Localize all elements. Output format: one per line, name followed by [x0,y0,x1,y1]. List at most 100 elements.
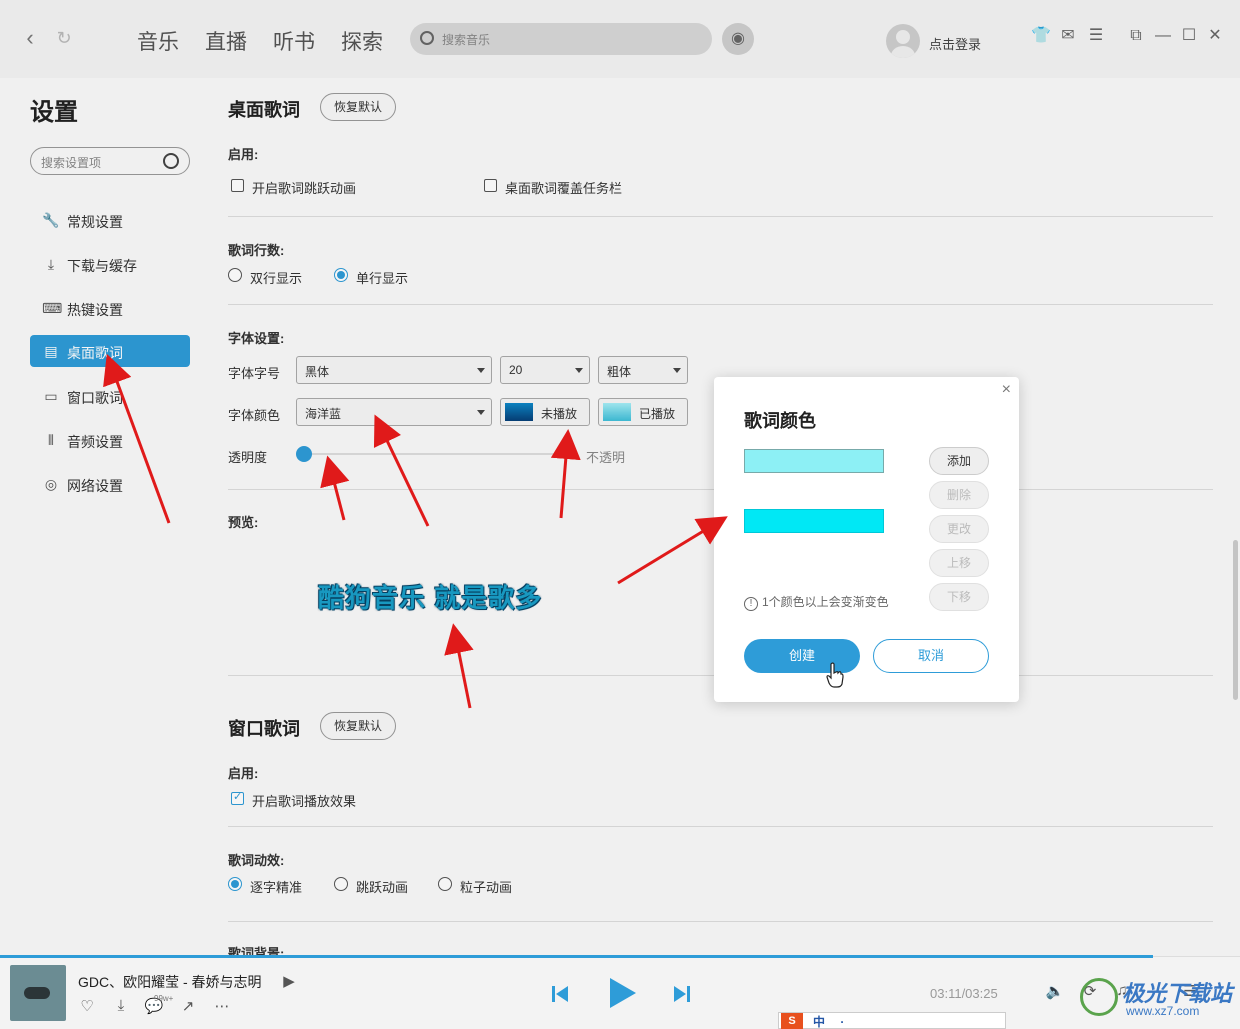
opacity-label: 透明度 [228,450,268,465]
avatar[interactable] [886,24,920,58]
tab-live[interactable]: 直播 [205,26,247,56]
play-effect-checkbox[interactable] [231,790,244,805]
sidebar-item-label: 窗口歌词 [67,390,123,406]
watermark-url: www.xz7.com [1126,1004,1200,1018]
font-family-value: 黑体 [305,365,330,379]
ime-logo-icon: S [781,1013,803,1029]
lyrics-icon: ▤ [44,343,58,359]
album-cover[interactable] [10,965,66,1021]
add-color-button[interactable]: 添加 [929,447,989,475]
share-icon[interactable]: ↗ [178,997,198,1015]
font-size-select[interactable]: 20 [500,356,590,384]
play-effect-label: 开启歌词播放效果 [252,794,357,809]
delete-color-button[interactable]: 删除 [929,481,989,509]
song-title[interactable]: GDC、欧阳耀莹 - 春娇与志明 [78,972,262,992]
sidebar-item-window-lyrics[interactable]: ▭ 窗口歌词 [30,380,190,412]
effect-jump-radio[interactable] [334,877,348,891]
section-title-desktop-lyrics: 桌面歌词 [228,100,300,120]
change-color-button[interactable]: 更改 [929,515,989,543]
skin-icon[interactable]: 👕 [1031,27,1051,45]
tab-audiobook[interactable]: 听书 [273,26,315,56]
previous-icon[interactable] [550,984,570,1004]
effect-precise-label: 逐字精准 [250,880,303,895]
font-family-select[interactable]: 黑体 [296,356,492,384]
mail-icon[interactable]: ✉ [1059,27,1077,45]
voice-search-icon[interactable]: ◉ [722,23,754,55]
download-icon[interactable]: ⤓ [111,997,131,1014]
single-line-radio[interactable] [334,268,348,282]
effect-precise-radio[interactable] [228,877,242,891]
lyrics-color-dialog: × 歌词颜色 添加 删除 更改 上移 下移 ! 1个颜色以上会变渐变色 创建 取消 [714,377,1019,702]
volume-icon[interactable]: 🔈 [1045,982,1065,1000]
opacity-slider-track[interactable] [304,453,564,455]
settings-title: 设置 [30,99,78,126]
close-icon[interactable]: ✕ [1206,27,1224,45]
played-color-button[interactable]: 已播放 [598,398,688,426]
top-bar: ‹ ↻ 音乐 直播 听书 探索 搜索音乐 ◉ 点击登录 👕 ✉ ☰ ⧉ — ☐ … [0,0,1240,78]
opacity-slider-handle[interactable] [296,446,312,462]
effect-jump-label: 跳跃动画 [356,880,409,895]
window-icon: ▭ [44,388,58,404]
color-swatch-1[interactable] [744,449,884,473]
heart-icon[interactable]: ♡ [77,997,97,1015]
back-icon[interactable]: ‹ [18,26,42,50]
jump-animation-checkbox[interactable] [231,179,244,192]
played-color-swatch [603,403,631,421]
login-link[interactable]: 点击登录 [929,34,981,53]
close-icon[interactable]: × [1002,381,1011,399]
effect-particle-radio[interactable] [438,877,452,891]
gradient-hint-text: 1个颜色以上会变渐变色 [762,595,889,609]
divider [228,304,1213,305]
scrollbar[interactable] [1233,540,1238,700]
cover-taskbar-checkbox[interactable] [484,179,497,192]
sidebar-item-general[interactable]: 🔧 常规设置 [30,204,190,236]
sidebar-item-hotkeys[interactable]: ⌨ 热键设置 [30,292,190,324]
watermark: 极光下载站 www.xz7.com [1080,972,1240,1024]
effect-label: 歌词动效: [228,853,285,868]
opacity-end-label: 不透明 [586,450,626,465]
divider [228,216,1213,217]
ime-toolbar[interactable]: S 中 · [778,1012,1006,1029]
sidebar-item-label: 桌面歌词 [67,345,123,361]
sidebar-item-desktop-lyrics[interactable]: ▤ 桌面歌词 [30,335,190,367]
sidebar-item-download[interactable]: ⤓ 下载与缓存 [30,248,190,280]
color-swatch-2[interactable] [744,509,884,533]
menu-icon[interactable]: ☰ [1087,27,1105,45]
reset-default-button[interactable]: 恢复默认 [320,93,396,121]
sidebar-item-network[interactable]: ◎ 网络设置 [30,468,190,500]
search-icon[interactable] [163,153,179,169]
section-title-window-lyrics: 窗口歌词 [228,719,300,739]
sidebar-item-label: 下载与缓存 [67,258,137,274]
jump-animation-label: 开启歌词跳跃动画 [252,181,357,196]
search-icon [420,31,434,45]
double-line-label: 双行显示 [250,271,303,286]
keyboard-icon: ⌨ [42,300,63,316]
sidebar-item-audio[interactable]: ⫴ 音频设置 [30,424,190,456]
minimize-icon[interactable]: — [1154,27,1172,45]
unplayed-color-button[interactable]: 未播放 [500,398,590,426]
tab-music[interactable]: 音乐 [137,26,179,56]
enable-label: 启用: [228,147,259,162]
search-input[interactable]: 搜索音乐 [410,23,712,55]
gradient-hint: ! 1个颜色以上会变渐变色 [744,593,889,611]
font-weight-select[interactable]: 粗体 [598,356,688,384]
refresh-icon[interactable]: ↻ [52,26,76,50]
divider [228,921,1213,922]
hand-cursor-icon [826,662,844,688]
color-scheme-select[interactable]: 海洋蓝 [296,398,492,426]
play-icon[interactable] [606,976,638,1010]
playback-progress-bar[interactable] [0,955,1153,958]
cover-taskbar-label: 桌面歌词覆盖任务栏 [505,181,623,196]
double-line-radio[interactable] [228,268,242,282]
move-up-button[interactable]: 上移 [929,549,989,577]
next-icon[interactable] [672,984,692,1004]
mv-icon[interactable]: ▶ [279,972,299,990]
move-down-button[interactable]: 下移 [929,583,989,611]
mini-mode-icon[interactable]: ⧉ [1127,27,1145,45]
reset-default-button[interactable]: 恢复默认 [320,712,396,740]
tab-explore[interactable]: 探索 [341,26,383,56]
settings-search-input[interactable]: 搜索设置项 [30,147,190,175]
maximize-icon[interactable]: ☐ [1180,27,1198,45]
more-icon[interactable]: ⋯ [212,997,232,1015]
cancel-button[interactable]: 取消 [873,639,989,673]
